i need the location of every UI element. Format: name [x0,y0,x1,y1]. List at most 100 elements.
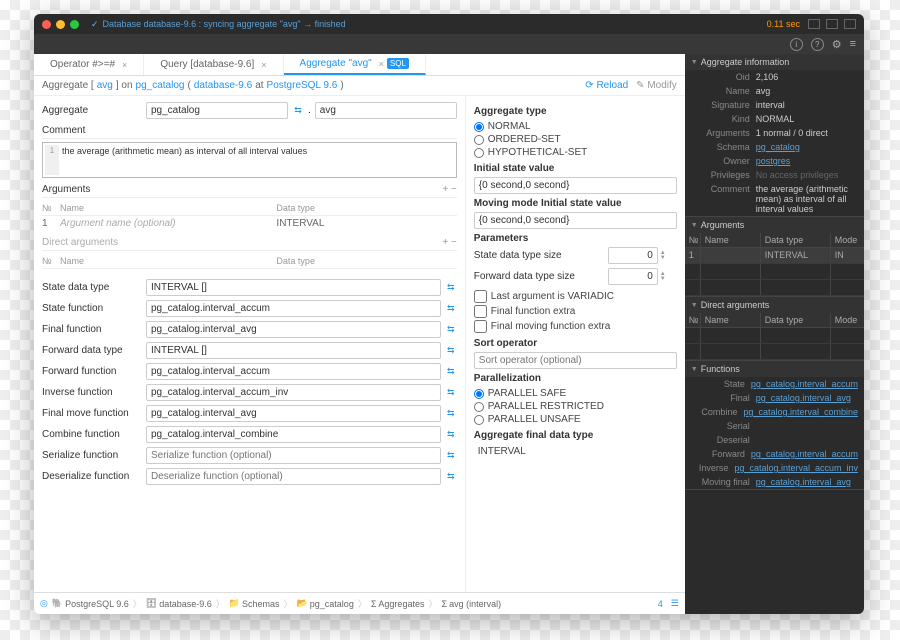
args-row[interactable]: 1INTERVALIN [685,248,864,264]
layout-icon-1[interactable] [808,19,820,29]
add-argument-button[interactable]: + − [442,184,456,195]
sql-badge[interactable]: SQL [387,58,409,69]
comment-editor[interactable]: 1 the average (arithmetic mean) as inter… [42,142,457,178]
titlebar-status: Database database-9.6 : syncing aggregat… [103,19,346,29]
final-type-value: INTERVAL [474,444,677,459]
bc-server[interactable]: PostgreSQL 9.6 [267,80,338,91]
arguments-header: Arguments [42,184,90,195]
chk-variadic[interactable]: Last argument is VARIADIC [474,289,677,304]
initial-state-input[interactable] [474,177,677,194]
bc-schemas[interactable]: 📁 Schemas [229,598,280,609]
parameters-header: Parameters [474,233,677,244]
bc-pgcatalog[interactable]: 📂 pg_catalog [297,598,354,609]
bc-database[interactable]: database-9.6 [194,80,252,91]
bc-catalog[interactable]: pg_catalog [136,80,185,91]
field-input[interactable] [146,300,441,317]
dropdown-icon[interactable]: ⇆ [292,102,304,119]
maximize-button[interactable] [70,20,79,29]
dropdown-icon[interactable]: ⇆ [445,321,457,338]
bc-avg[interactable]: Σ avg (interval) [441,599,501,609]
gear-icon[interactable]: ⚙ [832,38,842,51]
editor-pane: Operator #>=#× Query [database-9.6]× Agg… [34,54,685,614]
tab-aggregate[interactable]: Aggregate "avg"×SQL [284,54,426,75]
help-icon[interactable]: ? [811,38,824,51]
close-icon[interactable]: × [379,59,384,69]
dropdown-icon[interactable]: ⇆ [445,426,457,443]
radio-normal[interactable]: NORMAL [474,120,677,133]
schema-input[interactable] [146,102,288,119]
spinner-icon[interactable]: ▲▼ [660,251,666,261]
field-input[interactable] [146,279,441,296]
minimize-button[interactable] [56,20,65,29]
dropdown-icon[interactable]: ⇆ [445,384,457,401]
direct-args-header: Direct arguments [42,237,118,248]
comment-label: Comment [42,125,457,139]
list-icon[interactable]: ☰ [671,598,679,609]
bc-avg[interactable]: avg [97,80,113,91]
aggregate-type-header: Aggregate type [474,106,677,117]
moving-state-input[interactable] [474,212,677,229]
radio-para-safe[interactable]: PARALLEL SAFE [474,387,677,400]
radio-para-restricted[interactable]: PARALLEL RESTRICTED [474,400,677,413]
field-input[interactable] [146,426,441,443]
elapsed-time: 0.11 sec [767,19,800,29]
layout-icon-3[interactable] [844,19,856,29]
dropdown-icon[interactable]: ⇆ [445,405,457,422]
chk-final-extra[interactable]: Final function extra [474,304,677,319]
tab-bar: Operator #>=#× Query [database-9.6]× Agg… [34,54,685,76]
sync-check-icon: ✓ [91,19,99,30]
field-input[interactable] [146,468,441,485]
reload-button[interactable]: ⟳ Reload [585,80,628,91]
sort-operator-header: Sort operator [474,338,677,349]
forward-size-input[interactable] [608,268,658,285]
bc-postgres[interactable]: 🐘 PostgreSQL 9.6 [52,598,129,609]
field-input[interactable] [146,405,441,422]
close-button[interactable] [42,20,51,29]
close-icon[interactable]: × [261,60,266,70]
modify-button[interactable]: ✎ Modify [636,80,677,91]
add-direct-arg-button[interactable]: + − [442,237,456,248]
toolbar: i ? ⚙ ≡ [34,34,864,54]
menu-icon[interactable]: ≡ [850,38,856,50]
parallelization-header: Parallelization [474,373,677,384]
bc-aggregates[interactable]: Σ Aggregates [371,599,425,609]
tab-operator[interactable]: Operator #>=#× [34,54,144,75]
titlebar: ✓ Database database-9.6 : syncing aggrega… [34,14,864,34]
dropdown-icon[interactable]: ⇆ [445,279,457,296]
radio-para-unsafe[interactable]: PARALLEL UNSAFE [474,413,677,426]
final-type-header: Aggregate final data type [474,430,677,441]
chk-moving-extra[interactable]: Final moving function extra [474,319,677,334]
dropdown-icon[interactable]: ⇆ [445,363,457,380]
target-icon[interactable]: ◎ [40,598,48,609]
state-size-input[interactable] [608,247,658,264]
sort-operator-input[interactable] [474,352,677,369]
spinner-icon[interactable]: ▲▼ [660,272,666,282]
funcs-section-header[interactable]: Functions [685,361,864,377]
initial-state-header: Initial state value [474,163,677,174]
field-input[interactable] [146,321,441,338]
aggregate-label: Aggregate [42,105,142,116]
dropdown-icon[interactable]: ⇆ [445,447,457,464]
tab-query[interactable]: Query [database-9.6]× [144,54,283,75]
close-icon[interactable]: × [122,60,127,70]
name-input[interactable] [315,102,457,119]
bottom-breadcrumb: ◎ 🐘 PostgreSQL 9.6〉 🗄 database-9.6〉 📁 Sc… [34,592,685,614]
main-window: ✓ Database database-9.6 : syncing aggrega… [34,14,864,614]
field-input[interactable] [146,384,441,401]
dropdown-icon[interactable]: ⇆ [445,342,457,359]
field-input[interactable] [146,342,441,359]
form-side: Aggregate type NORMAL ORDERED-SET HYPOTH… [465,96,685,592]
dropdown-icon[interactable]: ⇆ [445,300,457,317]
direct-args-section-header[interactable]: Direct arguments [685,297,864,313]
field-input[interactable] [146,363,441,380]
info-icon[interactable]: i [790,38,803,51]
field-input[interactable] [146,447,441,464]
dropdown-icon[interactable]: ⇆ [445,468,457,485]
layout-icon-2[interactable] [826,19,838,29]
breadcrumb: Aggregate [ avg ] on pg_catalog ( databa… [34,76,685,96]
radio-hypothetical[interactable]: HYPOTHETICAL-SET [474,146,677,159]
bc-database[interactable]: 🗄 database-9.6 [146,598,212,609]
args-section-header[interactable]: Arguments [685,217,864,233]
radio-ordered[interactable]: ORDERED-SET [474,133,677,146]
info-section-header[interactable]: Aggregate information [685,54,864,70]
